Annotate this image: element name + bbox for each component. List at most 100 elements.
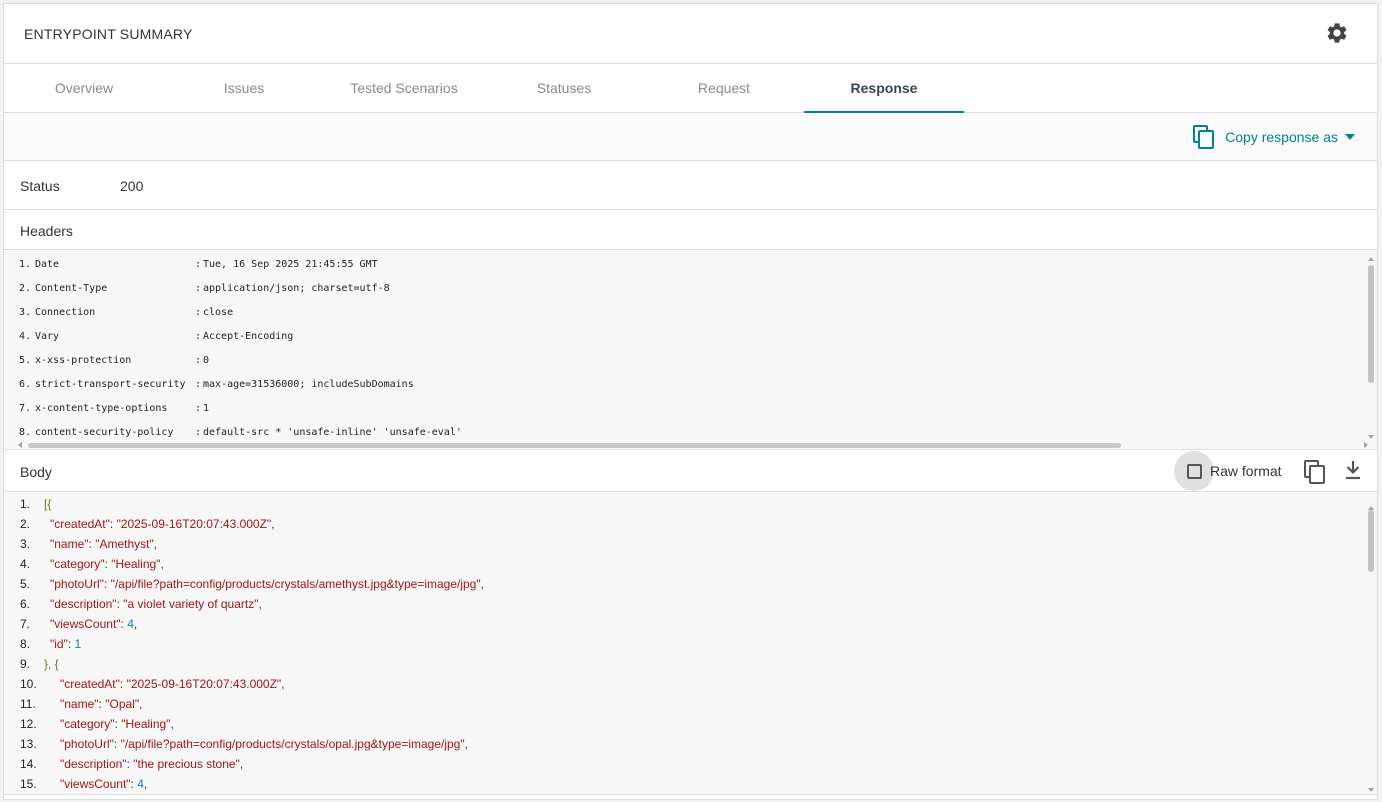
header-row: 4. Vary: Accept-Encoding	[19, 331, 294, 342]
code-token: ,	[153, 537, 158, 551]
code-token: "description"	[50, 597, 117, 611]
tab-issues[interactable]: Issues	[164, 64, 324, 113]
header-row: 6. strict-transport-security: max-age=3153…	[19, 379, 414, 390]
line-number: 4.	[20, 557, 31, 571]
copy-response-as-button[interactable]: Copy response as	[1193, 125, 1355, 149]
code-token: :	[67, 637, 75, 651]
headers-vertical-scrollbar[interactable]	[1365, 255, 1377, 441]
code-line: 8. "id": 1	[20, 634, 81, 654]
code-token: "category"	[50, 557, 105, 571]
copy-icon[interactable]	[1304, 460, 1326, 484]
code-token: "category"	[60, 717, 115, 731]
code-token: ,	[480, 577, 484, 591]
headers-section-header: Headers	[4, 210, 1377, 250]
response-toolbar: Copy response as	[4, 113, 1377, 161]
raw-format-checkbox[interactable]	[1186, 463, 1202, 479]
line-number: 11.	[20, 697, 36, 711]
code-token: }, {	[44, 657, 59, 671]
tab-response[interactable]: Response	[804, 64, 964, 113]
code-line: 4. "category": "Healing",	[20, 554, 164, 574]
body-vertical-scrollbar[interactable]	[1365, 504, 1377, 794]
code-token: "viewsCount"	[50, 617, 121, 631]
code-line: 14. "description": "the precious stone",	[20, 754, 243, 774]
code-token: ,	[170, 717, 174, 731]
raw-format-checkbox-ripple[interactable]	[1174, 451, 1214, 491]
scroll-right-icon[interactable]	[1364, 442, 1368, 448]
code-token: "createdAt"	[50, 517, 110, 531]
caret-down-icon	[1345, 134, 1355, 140]
scrollbar-thumb[interactable]	[1368, 265, 1374, 383]
line-number: 8.	[20, 637, 31, 651]
line-number: 13.	[20, 737, 37, 751]
code-token: 4	[137, 777, 144, 791]
page-title: ENTRYPOINT SUMMARY	[24, 26, 193, 42]
line-number: 1.	[20, 497, 31, 511]
body-label: Body	[20, 464, 52, 480]
code-token: "name"	[60, 697, 99, 711]
code-token: ,	[271, 517, 275, 531]
code-token: "description"	[60, 757, 127, 771]
scroll-up-icon[interactable]	[1368, 257, 1374, 261]
tab-overview[interactable]: Overview	[4, 64, 164, 113]
code-token: :	[119, 677, 127, 691]
line-number: 5.	[20, 577, 31, 591]
scroll-down-icon[interactable]	[1368, 435, 1374, 439]
tab-tested-scenarios[interactable]: Tested Scenarios	[324, 64, 484, 113]
tab-statuses[interactable]: Statuses	[484, 64, 644, 113]
line-number: 9.	[20, 657, 31, 671]
code-line: 7. "viewsCount": 4,	[20, 614, 137, 634]
scroll-down-icon[interactable]	[1368, 788, 1374, 792]
line-number: 7.	[20, 617, 31, 631]
raw-format-toggle[interactable]: Raw format	[1174, 451, 1282, 491]
code-token: [{	[44, 497, 52, 511]
gear-icon[interactable]	[1325, 21, 1349, 45]
headers-label: Headers	[20, 223, 73, 239]
code-line: 6. "description": "a violet variety of qu…	[20, 594, 262, 614]
copy-response-as-label: Copy response as	[1225, 129, 1338, 145]
code-line: 15. "viewsCount": 4,	[20, 774, 147, 794]
scrollbar-thumb[interactable]	[28, 443, 1121, 448]
code-line: 1. [{	[20, 494, 51, 514]
code-line: 3. "name": "Amethyst",	[20, 534, 157, 554]
code-token: ,	[139, 697, 143, 711]
scroll-left-icon[interactable]	[18, 442, 22, 448]
code-token: ,	[160, 557, 164, 571]
code-token: :	[109, 517, 117, 531]
code-line: 12. "category": "Healing",	[20, 714, 174, 734]
code-token: "Amethyst"	[95, 537, 154, 551]
code-token: :	[103, 577, 111, 591]
code-line: 13. "photoUrl": "/api/file?path=config/pr…	[20, 734, 468, 754]
headers-list: 1. Date: Tue, 16 Sep 2025 21:45:55 GMT 2. C…	[4, 251, 1377, 450]
code-token: "2025-09-16T20:07:43.000Z"	[126, 677, 282, 691]
code-line: 11. "name": "Opal",	[20, 694, 142, 714]
code-token: "a violet variety of quartz"	[123, 597, 259, 611]
code-token: "id"	[50, 637, 68, 651]
code-token: "Healing"	[111, 557, 161, 571]
code-token: "createdAt"	[60, 677, 120, 691]
code-line: 10. "createdAt": "2025-09-16T20:07:43.000…	[20, 674, 285, 694]
header-row: 2. Content-Type: application/json; charset…	[19, 283, 390, 294]
code-token: "Opal"	[105, 697, 140, 711]
code-token: ,	[239, 757, 244, 771]
line-number: 12.	[20, 717, 37, 731]
headers-horizontal-scrollbar[interactable]	[18, 441, 1368, 449]
line-number: 2.	[20, 517, 31, 531]
scrollbar-thumb[interactable]	[1368, 510, 1374, 572]
code-line: 5. "photoUrl": "/api/file?path=config/pro…	[20, 574, 484, 594]
code-token: 1	[74, 637, 82, 651]
header-row: 3. Connection: close	[19, 307, 234, 318]
body-code-viewer: 1. [{ 2. "createdAt": "2025-09-16T20:07:43.…	[4, 492, 1377, 795]
code-token: "viewsCount"	[60, 777, 131, 791]
download-icon[interactable]	[1344, 459, 1362, 481]
line-number: 15.	[20, 777, 37, 791]
code-token: ,	[133, 617, 138, 631]
header-row: 5. x-xss-protection:0	[19, 355, 210, 366]
raw-format-label: Raw format	[1210, 463, 1282, 479]
status-row: Status 200	[4, 161, 1377, 210]
code-token: ,	[464, 737, 468, 751]
code-token: ,	[281, 677, 285, 691]
tab-request[interactable]: Request	[644, 64, 804, 113]
line-number: 3.	[20, 537, 31, 551]
code-token: "Healing"	[121, 717, 171, 731]
code-token: 4	[127, 617, 134, 631]
